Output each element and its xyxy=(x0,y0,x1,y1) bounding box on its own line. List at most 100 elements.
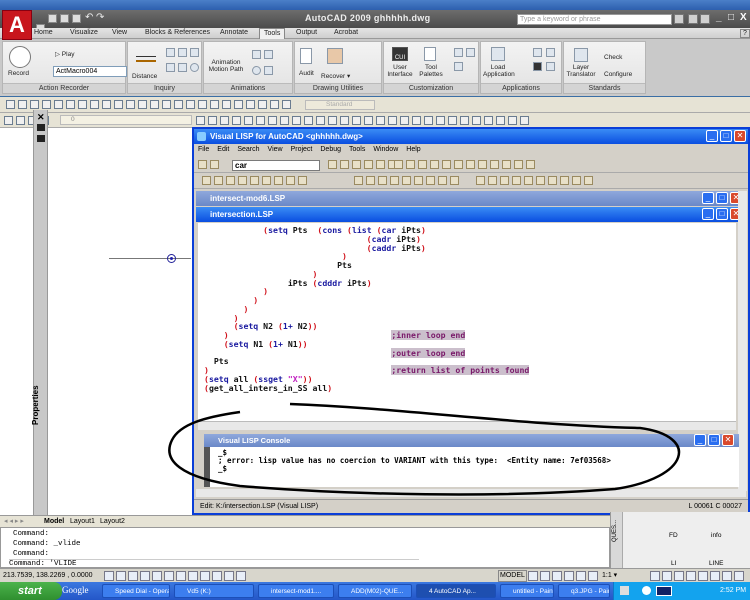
google-toolbar[interactable]: Google xyxy=(62,585,96,597)
load-application-icon[interactable] xyxy=(491,47,505,61)
id-point-icon[interactable] xyxy=(166,63,175,72)
tools-tool-icon[interactable] xyxy=(548,176,557,185)
debug-tool-icon[interactable] xyxy=(250,176,259,185)
tools-tool-icon[interactable] xyxy=(512,176,521,185)
drafting-setting-icon[interactable] xyxy=(212,571,222,581)
recover-icon[interactable] xyxy=(327,48,343,64)
toolbar-tool-icon[interactable] xyxy=(222,100,231,109)
task-untitled-paint[interactable]: untitled - Paint xyxy=(500,584,554,598)
editor-window-intersection[interactable]: intersection.LSP xyxy=(196,207,747,222)
menu-help[interactable]: Help xyxy=(406,144,420,156)
toolbar-tool-icon[interactable] xyxy=(208,116,217,125)
tab-acrobat[interactable]: Acrobat xyxy=(334,29,358,36)
toolbar-tool-icon[interactable] xyxy=(352,116,361,125)
edit-tool-icon[interactable] xyxy=(442,160,451,169)
toolbar-tool-icon[interactable] xyxy=(280,116,289,125)
tab-visualize[interactable]: Visualize xyxy=(70,29,98,36)
toolbar-tool-icon[interactable] xyxy=(328,116,337,125)
tab-nav-arrows[interactable]: ◂ ◂ ▸ ▸ xyxy=(4,516,24,527)
debug-tool-icon[interactable] xyxy=(238,176,247,185)
debug-tool-icon[interactable] xyxy=(262,176,271,185)
toolbar-tool-icon[interactable] xyxy=(246,100,255,109)
command-window[interactable]: Command: Command: _vlide Command: Comman… xyxy=(0,527,610,568)
search-tool-icon[interactable] xyxy=(364,160,373,169)
menu-debug[interactable]: Debug xyxy=(320,144,341,156)
cui-icon[interactable]: CUI xyxy=(392,47,408,61)
toolbar-tool-icon[interactable] xyxy=(268,116,277,125)
search-tool-icon[interactable] xyxy=(352,160,361,169)
task-opera[interactable]: Speed Dial - Opera xyxy=(102,584,170,598)
toolbar-tool-icon[interactable] xyxy=(340,116,349,125)
toolbar-tool-icon[interactable] xyxy=(496,116,505,125)
tab-output[interactable]: Output xyxy=(296,29,317,36)
toolbar-tool-icon[interactable] xyxy=(6,100,15,109)
menu-tools[interactable]: Tools xyxy=(349,144,365,156)
toolbar-tool-icon[interactable] xyxy=(114,100,123,109)
play-button[interactable]: ▷ Play xyxy=(55,51,74,58)
close-button[interactable]: X xyxy=(740,12,747,23)
console-horizontal-scrollbar[interactable] xyxy=(196,489,746,497)
minimize-button[interactable]: _ xyxy=(706,130,718,142)
menu-view[interactable]: View xyxy=(268,144,283,156)
task-intersect-mod1[interactable]: intersect-mod1.... xyxy=(258,584,334,598)
toolbar-tool-icon[interactable] xyxy=(520,116,529,125)
search-input[interactable]: Type a keyword or phrase xyxy=(517,14,672,25)
close-icon[interactable]: ✕ xyxy=(37,112,45,123)
toolbar-tool-icon[interactable] xyxy=(270,100,279,109)
time-icon[interactable] xyxy=(190,63,199,72)
toolbar-tool-icon[interactable] xyxy=(138,100,147,109)
edit-tool-icon[interactable] xyxy=(430,160,439,169)
toolbar-tool-icon[interactable] xyxy=(126,100,135,109)
toolbar-tool-icon[interactable] xyxy=(174,100,183,109)
workspace-tool-icon[interactable] xyxy=(710,571,720,581)
task-vd5[interactable]: Vd5 (K:) xyxy=(174,584,254,598)
region-mass-icon[interactable] xyxy=(178,48,187,57)
close-button[interactable]: ✕ xyxy=(722,434,734,446)
stop-icon[interactable] xyxy=(264,66,273,75)
menu-window[interactable]: Window xyxy=(373,144,398,156)
start-button[interactable]: start xyxy=(0,582,62,600)
toolbar-tool-icon[interactable] xyxy=(244,116,253,125)
toolbar-tool-icon[interactable] xyxy=(258,100,267,109)
toolbar-tool-icon[interactable] xyxy=(282,100,291,109)
info-tool[interactable]: info xyxy=(711,532,721,539)
toolbar-tool-icon[interactable] xyxy=(376,116,385,125)
lisp-console[interactable]: _$ ; error: lisp value has no coercion t… xyxy=(204,447,739,487)
line-tool[interactable]: LINE xyxy=(709,560,723,567)
layer-tool-icon[interactable] xyxy=(16,116,25,125)
toolbar-tool-icon[interactable] xyxy=(400,116,409,125)
menu-file[interactable]: File xyxy=(198,144,209,156)
tab-model[interactable]: Model xyxy=(44,516,64,527)
toolbar-tool-icon[interactable] xyxy=(30,100,39,109)
toolbar-tool-icon[interactable] xyxy=(66,100,75,109)
tab-annotate[interactable]: Annotate xyxy=(220,29,248,36)
command-input[interactable]: Command: 'VLIDE xyxy=(9,559,419,568)
locate-icon[interactable] xyxy=(178,63,187,72)
toolbar-tool-icon[interactable] xyxy=(412,116,421,125)
toolbar-tool-icon[interactable] xyxy=(484,116,493,125)
export-icon[interactable] xyxy=(466,48,475,57)
line-entity[interactable] xyxy=(109,258,191,259)
tab-layout2[interactable]: Layout2 xyxy=(100,516,125,527)
application-menu-logo[interactable]: A xyxy=(2,10,32,40)
toolbar-tool-icon[interactable] xyxy=(220,116,229,125)
toolbar-tool-icon[interactable] xyxy=(424,116,433,125)
undo-icon[interactable]: ↶ xyxy=(85,12,93,23)
drafting-setting-icon[interactable] xyxy=(200,571,210,581)
toolbar-tool-icon[interactable] xyxy=(508,116,517,125)
tab-view[interactable]: View xyxy=(112,29,127,36)
view-tool-icon[interactable] xyxy=(414,176,423,185)
check-button[interactable]: Check xyxy=(604,54,622,61)
edit-tool-icon[interactable] xyxy=(514,160,523,169)
view-tool-icon[interactable] xyxy=(426,176,435,185)
code-editor[interactable]: (setq Pts (cons (list (car iPts) (cadr i… xyxy=(198,223,736,421)
menu-search[interactable]: Search xyxy=(237,144,259,156)
toolbar-tool-icon[interactable] xyxy=(316,116,325,125)
edit-tool-icon[interactable] xyxy=(466,160,475,169)
properties-palette-bar[interactable]: ✕ xyxy=(33,110,48,515)
visual-lisp-icon[interactable] xyxy=(533,62,542,71)
workspace-tool-icon[interactable] xyxy=(698,571,708,581)
palette-menu-icon[interactable] xyxy=(37,135,45,142)
toolbar-tool-icon[interactable] xyxy=(54,100,63,109)
workspace-tool-icon[interactable] xyxy=(674,571,684,581)
